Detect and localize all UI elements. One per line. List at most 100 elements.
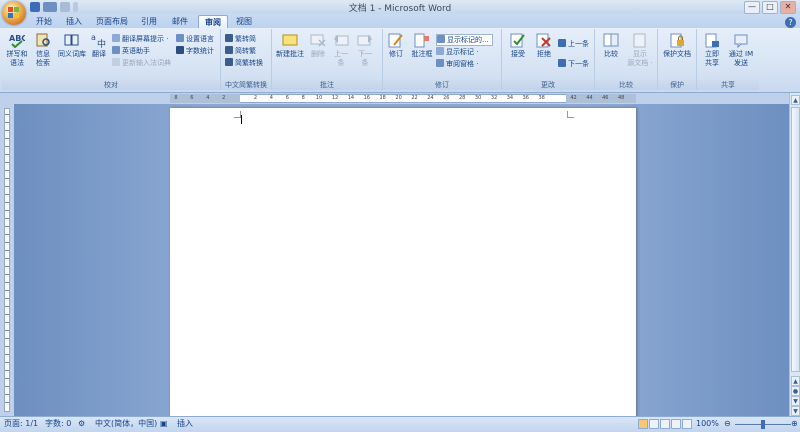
ruler-number: 38 (538, 95, 545, 101)
language-indicator[interactable]: 中文(简体，中国) (95, 417, 157, 431)
share-now-button[interactable]: 立即 共享 (699, 32, 725, 68)
reviewing-pane-button[interactable]: 审阅窗格 · (436, 59, 478, 69)
ruler-tick (5, 130, 9, 131)
set-language-button[interactable]: 设置语言 (176, 34, 214, 44)
thesaurus-button[interactable]: 同义词库 (56, 32, 88, 59)
page-count[interactable]: 页面: 1/1 (4, 417, 38, 431)
ruler-number: 8 (174, 95, 178, 101)
tab-view[interactable]: 视图 (230, 15, 258, 28)
accept-button[interactable]: 接受 (506, 32, 530, 59)
research-button[interactable]: 信息 检索 (32, 32, 54, 68)
select-browse-object-button[interactable]: ● (791, 386, 800, 396)
protect-document-button[interactable]: 保护文档 (660, 32, 694, 59)
previous-comment-button[interactable]: 上一 条 (330, 32, 352, 68)
web-layout-button[interactable] (660, 419, 670, 429)
delete-comment-button[interactable]: 删除 (308, 32, 328, 59)
word-count[interactable]: 字数: 0 (45, 417, 71, 431)
zoom-level[interactable]: 100% (696, 417, 719, 431)
ruler-tick (5, 138, 9, 139)
tab-review[interactable]: 审阅 (198, 15, 228, 29)
traditional-to-simplified-button[interactable]: 繁转简 (225, 34, 256, 44)
ruler-number: 4 (206, 95, 210, 101)
scroll-up-button[interactable]: ▲ (791, 95, 800, 105)
compare-button[interactable]: 比较 (599, 32, 623, 59)
reject-label: 拒绝 (537, 50, 551, 58)
display-for-review-dropdown[interactable]: 显示标记的... (436, 34, 493, 46)
document-page[interactable] (170, 108, 636, 420)
tab-page-layout[interactable]: 页面布局 (92, 15, 132, 28)
office-button[interactable] (2, 1, 26, 25)
chinese-conversion-button[interactable]: 简繁转换 (225, 58, 263, 68)
show-markup-button[interactable]: 显示标记 · (436, 47, 478, 57)
horizontal-ruler[interactable]: 8 6 4 2 2 4 6 8 10 12 14 16 18 20 22 24 26 28 30 32 34 36 38 42… (0, 93, 800, 104)
ruler-tick (5, 250, 9, 251)
group-label-changes: 更改 (502, 80, 594, 90)
zoom-in-button[interactable]: ⊕ (791, 417, 798, 431)
ruler-number: 18 (379, 95, 386, 101)
simplified-to-traditional-button[interactable]: 简转繁 (225, 46, 256, 56)
ribbon-tabs: 开始 插入 页面布局 引用 邮件 审阅 视图 (0, 14, 800, 29)
insert-mode[interactable]: 插入 (177, 417, 193, 431)
print-layout-view-button[interactable] (638, 419, 648, 429)
vertical-ruler[interactable] (0, 104, 14, 416)
tab-references[interactable]: 引用 (135, 15, 163, 28)
research-label-2: 检索 (36, 59, 50, 67)
full-screen-reading-button[interactable] (649, 419, 659, 429)
balloons-button[interactable]: 批注框 (409, 32, 435, 59)
spelling-grammar-button[interactable]: ABC 拼写和 语法 (4, 32, 30, 68)
next-page-button[interactable]: ▼ (791, 396, 800, 406)
thesaurus-label: 同义词库 (58, 50, 86, 58)
next-comment-button[interactable]: 下一 条 (354, 32, 376, 68)
new-comment-button[interactable]: 新建批注 (274, 32, 306, 59)
show-source-documents-button[interactable]: 显示 源文档 · (625, 32, 655, 68)
outline-view-button[interactable] (671, 419, 681, 429)
tab-insert[interactable]: 插入 (60, 15, 88, 28)
svg-text:ABC: ABC (9, 34, 25, 43)
reject-button[interactable]: 拒绝 (532, 32, 556, 59)
ruler-tick (5, 122, 9, 123)
english-assistant-button[interactable]: 英语助手 (112, 46, 150, 56)
maximize-button[interactable]: □ (762, 1, 778, 14)
previous-page-button[interactable]: ▲ (791, 376, 800, 386)
ruler-number: 24 (427, 95, 434, 101)
word-count-button[interactable]: 字数统计 (176, 46, 214, 56)
help-icon[interactable]: ? (785, 17, 796, 28)
ruler-tick (5, 146, 9, 147)
group-label-share: 共享 (697, 80, 759, 90)
minimize-button[interactable]: — (744, 1, 760, 14)
vertical-scrollbar[interactable]: ▲ ▲ ● ▼ ▼ (789, 93, 800, 416)
english-assistant-icon (112, 46, 120, 54)
translate-button[interactable]: a 中 翻译 (88, 32, 110, 59)
send-via-im-button[interactable]: 通过 IM 发送 (725, 32, 757, 68)
zoom-out-button[interactable]: ⊖ (724, 417, 731, 431)
ruler-tick (5, 186, 9, 187)
group-label-tracking: 修订 (383, 80, 501, 90)
macro-recording-icon[interactable]: ▣ (160, 417, 168, 431)
zoom-slider-thumb[interactable] (761, 420, 765, 429)
ruler-tick (5, 202, 9, 203)
ruler-number: 22 (411, 95, 418, 101)
scroll-down-button[interactable]: ▼ (791, 406, 800, 416)
next-change-button[interactable]: 下一条 (558, 59, 589, 69)
ruler-tick (5, 354, 9, 355)
tab-mailings[interactable]: 邮件 (166, 15, 194, 28)
balloons-label: 批注框 (411, 50, 433, 58)
translation-screentip-button[interactable]: 翻译屏幕提示 · (112, 34, 168, 44)
draft-view-button[interactable] (682, 419, 692, 429)
show-markup-icon (436, 47, 444, 55)
ribbon: ABC 拼写和 语法 信息 检索 同义词库 a 中 翻译 翻译屏幕提示 · 英语… (0, 28, 800, 93)
protect-document-label: 保护文档 (663, 50, 691, 58)
tab-home[interactable]: 开始 (30, 15, 58, 28)
proofing-status-icon[interactable]: ⚙ (78, 417, 85, 431)
svg-text:中: 中 (97, 38, 106, 48)
balloons-icon (414, 33, 429, 48)
set-language-icon (176, 34, 184, 42)
previous-change-button[interactable]: 上一条 (558, 39, 589, 49)
group-share: 立即 共享 通过 IM 发送 共享 (697, 29, 759, 90)
update-ime-dictionary-button[interactable]: 更新输入法词典 (112, 58, 171, 68)
ruler-tick (5, 362, 9, 363)
display-markup-label: 显示标记的... (447, 36, 489, 44)
close-button[interactable]: ✕ (780, 1, 796, 14)
track-changes-button[interactable]: 修订 (385, 32, 407, 59)
scrollbar-thumb[interactable] (791, 107, 800, 372)
